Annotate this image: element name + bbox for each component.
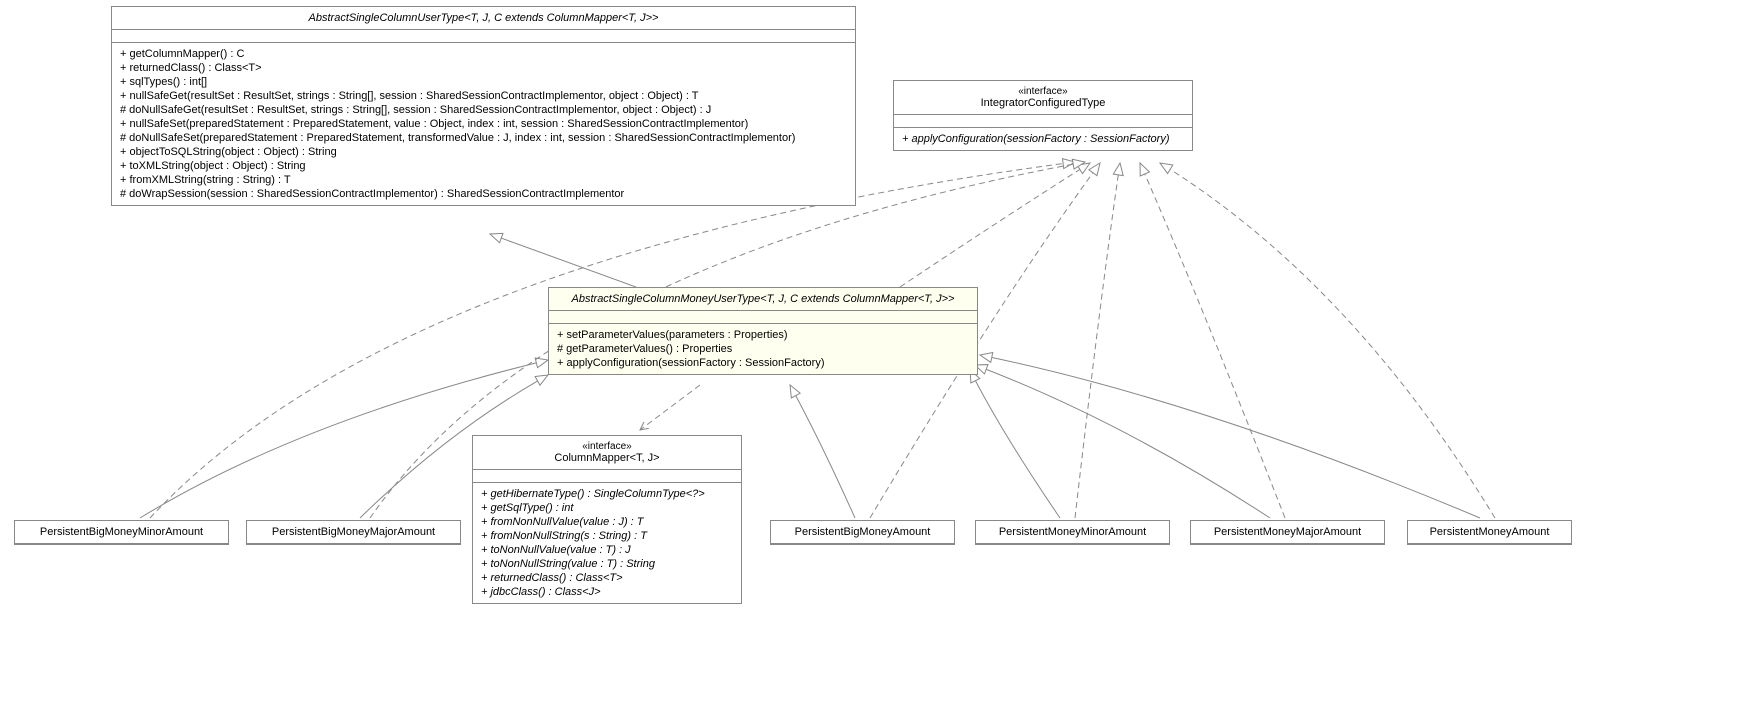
class-title: AbstractSingleColumnUserType<T, J, C ext… [112, 7, 855, 30]
methods-section: + getHibernateType() : SingleColumnType<… [473, 483, 741, 603]
class-title: PersistentBigMoneyMinorAmount [15, 521, 228, 544]
class-abstract-single-column-user-type: AbstractSingleColumnUserType<T, J, C ext… [111, 6, 856, 206]
method: + applyConfiguration(sessionFactory : Se… [902, 132, 1184, 146]
class-abstract-single-column-money-user-type: AbstractSingleColumnMoneyUserType<T, J, … [548, 287, 978, 375]
class-title: «interface» ColumnMapper<T, J> [473, 436, 741, 470]
method: + nullSafeGet(resultSet : ResultSet, str… [120, 89, 847, 103]
class-column-mapper: «interface» ColumnMapper<T, J> + getHibe… [472, 435, 742, 604]
class-title: PersistentBigMoneyAmount [771, 521, 954, 544]
method: + toNonNullString(value : T) : String [481, 557, 733, 571]
class-persistent-money-amount: PersistentMoneyAmount [1407, 520, 1572, 545]
attributes-section [549, 311, 977, 324]
method: + getHibernateType() : SingleColumnType<… [481, 487, 733, 501]
class-name: IntegratorConfiguredType [981, 97, 1106, 109]
class-name: ColumnMapper<T, J> [554, 452, 659, 464]
method: # doNullSafeSet(preparedStatement : Prep… [120, 131, 847, 145]
class-title: PersistentMoneyMinorAmount [976, 521, 1169, 544]
methods-section: + getColumnMapper() : C + returnedClass(… [112, 43, 855, 205]
method: # getParameterValues() : Properties [557, 342, 969, 356]
method: # doNullSafeGet(resultSet : ResultSet, s… [120, 103, 847, 117]
method: + getSqlType() : int [481, 501, 733, 515]
method: + fromXMLString(string : String) : T [120, 173, 847, 187]
class-name: PersistentMoneyAmount [1430, 526, 1550, 538]
methods-section: + setParameterValues(parameters : Proper… [549, 324, 977, 374]
method: + sqlTypes() : int[] [120, 75, 847, 89]
class-persistent-big-money-minor-amount: PersistentBigMoneyMinorAmount [14, 520, 229, 545]
class-name: PersistentBigMoneyAmount [795, 526, 931, 538]
method: + fromNonNullString(s : String) : T [481, 529, 733, 543]
class-title: PersistentMoneyMajorAmount [1191, 521, 1384, 544]
attributes-section [473, 470, 741, 483]
class-title: AbstractSingleColumnMoneyUserType<T, J, … [549, 288, 977, 311]
class-title: «interface» IntegratorConfiguredType [894, 81, 1192, 115]
class-name: PersistentMoneyMajorAmount [1214, 526, 1361, 538]
class-name: PersistentBigMoneyMinorAmount [40, 526, 203, 538]
stereotype: «interface» [902, 86, 1184, 97]
method: + returnedClass() : Class<T> [120, 61, 847, 75]
class-persistent-big-money-amount: PersistentBigMoneyAmount [770, 520, 955, 545]
method: + toXMLString(object : Object) : String [120, 159, 847, 173]
class-title: PersistentMoneyAmount [1408, 521, 1571, 544]
method: + applyConfiguration(sessionFactory : Se… [557, 356, 969, 370]
methods-section: + applyConfiguration(sessionFactory : Se… [894, 128, 1192, 150]
method: + getColumnMapper() : C [120, 47, 847, 61]
attributes-section [894, 115, 1192, 128]
class-name: AbstractSingleColumnMoneyUserType<T, J, … [572, 293, 955, 305]
class-name: PersistentMoneyMinorAmount [999, 526, 1146, 538]
method: + fromNonNullValue(value : J) : T [481, 515, 733, 529]
class-integrator-configured-type: «interface» IntegratorConfiguredType + a… [893, 80, 1193, 151]
method: + toNonNullValue(value : T) : J [481, 543, 733, 557]
class-persistent-big-money-major-amount: PersistentBigMoneyMajorAmount [246, 520, 461, 545]
class-persistent-money-major-amount: PersistentMoneyMajorAmount [1190, 520, 1385, 545]
method: # doWrapSession(session : SharedSessionC… [120, 187, 847, 201]
class-persistent-money-minor-amount: PersistentMoneyMinorAmount [975, 520, 1170, 545]
method: + nullSafeSet(preparedStatement : Prepar… [120, 117, 847, 131]
stereotype: «interface» [481, 441, 733, 452]
class-title: PersistentBigMoneyMajorAmount [247, 521, 460, 544]
method: + jdbcClass() : Class<J> [481, 585, 733, 599]
class-name: AbstractSingleColumnUserType<T, J, C ext… [309, 12, 659, 24]
class-name: PersistentBigMoneyMajorAmount [272, 526, 435, 538]
attributes-section [112, 30, 855, 43]
method: + objectToSQLString(object : Object) : S… [120, 145, 847, 159]
method: + returnedClass() : Class<T> [481, 571, 733, 585]
method: + setParameterValues(parameters : Proper… [557, 328, 969, 342]
